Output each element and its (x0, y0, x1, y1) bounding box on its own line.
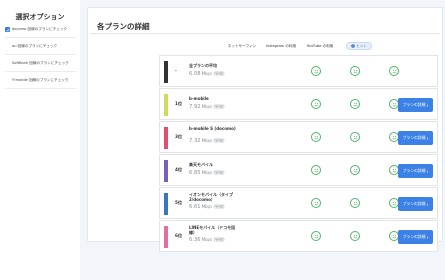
smile-icon (389, 66, 399, 76)
plan-speed-value: 7.92 (189, 104, 201, 110)
smile-icon (350, 66, 360, 76)
plan-speed-value: 6.36 (189, 237, 201, 243)
option-checkbox-1[interactable]: au 回線のプランにチェック (5, 42, 78, 51)
plan-speed-value: 6.85 (189, 170, 201, 176)
plan-speed: 6.61Mbps (昼間) (189, 204, 225, 210)
plan-rank: 6位 (175, 233, 183, 238)
sidebar-title: 選択オプション (15, 13, 65, 21)
checkbox-checked-icon[interactable] (5, 27, 10, 32)
chevron-right-icon: › (426, 135, 429, 141)
hint-button[interactable]: ? ヒント (346, 42, 372, 50)
plan-detail-button[interactable]: プランの詳細 › (398, 164, 433, 178)
option-checkbox-2[interactable]: SoftBank 回線のプランにチェック (5, 59, 78, 68)
plan-detail-button[interactable]: プランの詳細 › (398, 230, 433, 244)
plan-rank: 1位 (175, 101, 183, 106)
plan-color-bar (164, 127, 168, 149)
smile-icon (350, 165, 360, 175)
panel-title: 各プランの詳細 (97, 22, 150, 31)
checkbox-icon[interactable] (5, 78, 10, 83)
option-label: SoftBank 回線のプランにチェック (12, 61, 69, 65)
plan-color-bar (164, 160, 168, 182)
smile-icon (350, 132, 360, 142)
plan-name: 楽天モバイル (189, 162, 213, 167)
smile-icon (311, 99, 321, 109)
plan-name: イオンモバイル（タイプ2/docomo） (189, 192, 233, 202)
plan-rank: 5位 (175, 200, 183, 205)
hint-label: ヒント (356, 43, 367, 48)
smile-icon (350, 198, 360, 208)
plan-name: LINEモバイル（ドコモ回線） (189, 225, 236, 235)
smile-icon (311, 66, 321, 76)
divider (5, 37, 76, 38)
plan-speed-unit: Mbps (昼間) (201, 170, 225, 175)
plan-row: 3位 b-mobile S (docomo) 7.32Mbps (昼間) プランの詳細… (159, 121, 438, 153)
plan-rank: - (175, 68, 177, 73)
plan-color-bar (164, 94, 168, 116)
smile-icon (311, 165, 321, 175)
plan-speed: 7.32Mbps (昼間) (189, 138, 225, 144)
chevron-right-icon: › (426, 234, 429, 240)
plan-speed: 6.08Mbps (昼間) (189, 71, 225, 77)
checkbox-icon[interactable] (5, 44, 10, 49)
smile-icon (311, 231, 321, 241)
divider (5, 54, 76, 55)
plan-speed: 6.85Mbps (昼間) (189, 170, 225, 176)
detail-button-label: プランの詳細 (402, 102, 426, 107)
option-label: Y!mobile 回線のプランにチェック (12, 78, 69, 82)
question-icon: ? (351, 43, 356, 49)
chevron-right-icon: › (426, 102, 429, 108)
detail-button-label: プランの詳細 (402, 168, 426, 173)
plan-speed-unit: Mbps (昼間) (201, 237, 225, 242)
main-area: 各プランの詳細 ネットサーフィン Instagram の利用 YouTube の… (80, 0, 445, 280)
plan-detail-button[interactable]: プランの詳細 › (398, 131, 433, 145)
column-header-youtube: YouTube の利用 (306, 44, 334, 48)
divider (5, 71, 76, 72)
options-sidebar: 選択オプション docomo 回線のプランにチェック au 回線のプランにチェック… (0, 0, 80, 280)
plan-row: 6位 LINEモバイル（ドコモ回線） 6.36Mbps (昼間) プランの詳細 › (159, 220, 438, 252)
smile-icon (311, 198, 321, 208)
divider (5, 88, 76, 89)
plan-name: 全プランの平均 (189, 63, 217, 68)
smile-icon (350, 99, 360, 109)
plan-row: 1位 b-mobile 7.92Mbps (昼間) プランの詳細 › (159, 88, 438, 120)
plan-speed-value: 7.32 (189, 138, 201, 144)
plan-color-bar (164, 61, 168, 83)
option-checkbox-0[interactable]: docomo 回線のプランにチェック (5, 25, 78, 34)
column-header-browsing: ネットサーフィン (227, 44, 257, 48)
chevron-right-icon: › (426, 168, 429, 174)
plan-speed-unit: Mbps (昼間) (201, 204, 225, 209)
plan-color-bar (164, 193, 168, 215)
smile-icon (350, 231, 360, 241)
option-label: docomo 回線のプランにチェック (12, 27, 68, 31)
plan-detail-button[interactable]: プランの詳細 › (398, 98, 433, 112)
plan-row: - 全プランの平均 6.08Mbps (昼間) (159, 55, 438, 87)
plan-speed-unit: Mbps (昼間) (201, 138, 225, 143)
plan-speed-value: 6.61 (189, 204, 201, 210)
plan-color-bar (164, 226, 168, 248)
plan-speed-unit: Mbps (昼間) (201, 71, 225, 76)
detail-button-label: プランの詳細 (402, 234, 426, 239)
plan-rank: 4位 (175, 167, 183, 172)
option-label: au 回線のプランにチェック (12, 44, 58, 48)
plan-speed-unit: Mbps (昼間) (201, 104, 225, 109)
plan-speed-value: 6.08 (189, 71, 201, 77)
detail-button-label: プランの詳細 (402, 201, 426, 206)
plan-details-panel: 各プランの詳細 ネットサーフィン Instagram の利用 YouTube の… (87, 7, 443, 252)
checkbox-icon[interactable] (5, 61, 10, 66)
chevron-right-icon: › (426, 201, 429, 207)
detail-button-label: プランの詳細 (402, 135, 426, 140)
plan-rank: 3位 (175, 134, 183, 139)
smile-icon (311, 132, 321, 142)
option-checkbox-3[interactable]: Y!mobile 回線のプランにチェック (5, 76, 78, 85)
plan-speed: 7.92Mbps (昼間) (189, 104, 225, 110)
plan-name: b-mobile (189, 96, 209, 101)
column-header-instagram: Instagram の利用 (265, 44, 297, 48)
plan-detail-button[interactable]: プランの詳細 › (398, 197, 433, 211)
plan-row: 4位 楽天モバイル 6.85Mbps (昼間) プランの詳細 › (159, 154, 438, 186)
plan-name: b-mobile S (docomo) (189, 126, 236, 131)
plan-row: 5位 イオンモバイル（タイプ2/docomo） 6.61Mbps (昼間) プランの詳… (159, 187, 438, 219)
divider (90, 33, 440, 34)
plan-speed: 6.36Mbps (昼間) (189, 237, 225, 243)
